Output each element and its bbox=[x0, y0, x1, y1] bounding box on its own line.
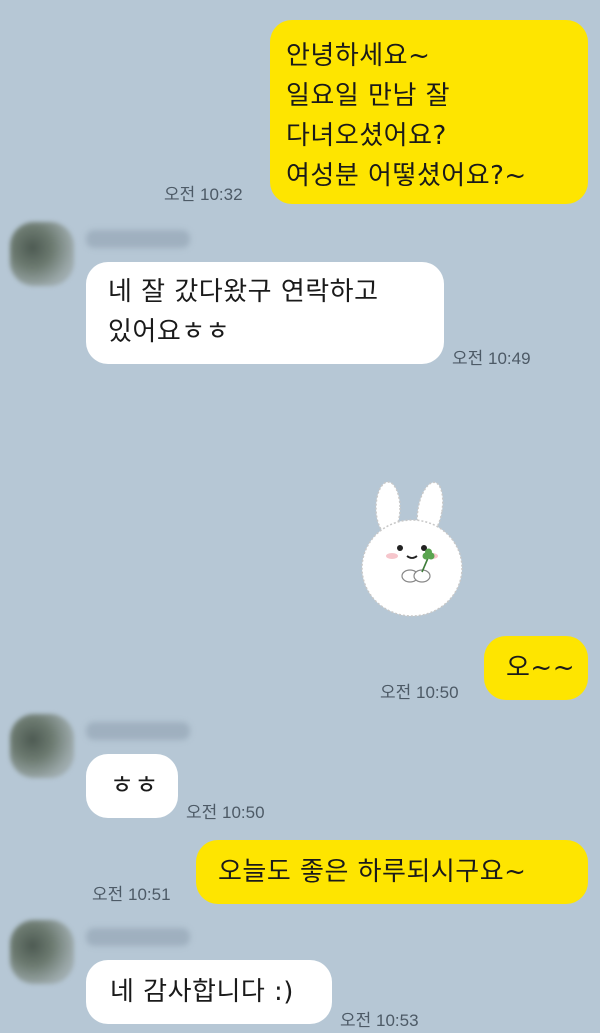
incoming-message-bubble[interactable]: ㅎㅎ bbox=[86, 754, 178, 818]
sender-name bbox=[86, 230, 190, 248]
message-timestamp: 오전 10:32 bbox=[164, 185, 243, 204]
incoming-message-bubble[interactable]: 네 잘 갔다왔구 연락하고 있어요ㅎㅎ bbox=[86, 262, 444, 364]
bunny-sticker-icon bbox=[361, 481, 463, 617]
message-timestamp: 오전 10:51 bbox=[92, 885, 171, 904]
outgoing-message-bubble[interactable]: 안녕하세요~ 일요일 만남 잘 다녀오셨어요? 여성분 어떻셨어요?~ bbox=[270, 20, 588, 204]
outgoing-message-bubble[interactable]: 오~~ bbox=[484, 636, 588, 700]
sender-name bbox=[86, 722, 190, 740]
contact-avatar[interactable] bbox=[10, 714, 74, 778]
message-timestamp: 오전 10:50 bbox=[380, 683, 459, 702]
bunny-sticker[interactable] bbox=[352, 476, 476, 622]
incoming-message-bubble[interactable]: 네 감사합니다 :) bbox=[86, 960, 332, 1024]
sender-name bbox=[86, 928, 190, 946]
contact-avatar[interactable] bbox=[10, 920, 74, 984]
contact-avatar[interactable] bbox=[10, 222, 74, 286]
message-timestamp: 오전 10:49 bbox=[452, 349, 531, 368]
message-timestamp: 오전 10:53 bbox=[340, 1011, 419, 1030]
outgoing-message-bubble[interactable]: 오늘도 좋은 하루되시구요~ bbox=[196, 840, 588, 904]
message-timestamp: 오전 10:50 bbox=[186, 803, 265, 822]
